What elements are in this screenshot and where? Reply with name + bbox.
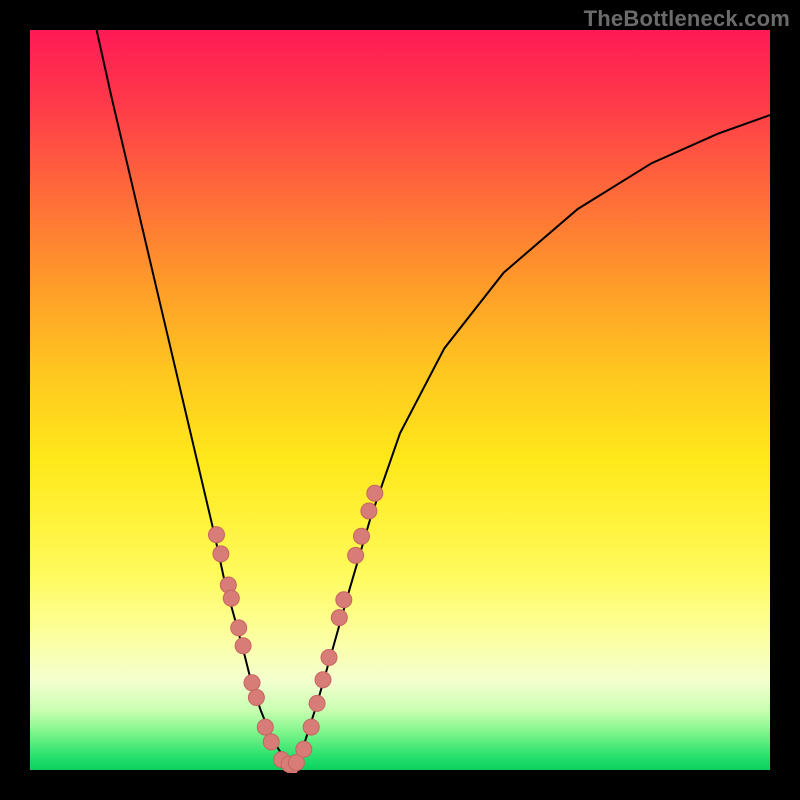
marker-dot xyxy=(315,672,331,688)
marker-dot xyxy=(257,719,273,735)
right-curve-path xyxy=(296,115,770,763)
marker-dot xyxy=(263,734,279,750)
marker-dot xyxy=(336,592,352,608)
marker-dot xyxy=(231,620,247,636)
marker-dot xyxy=(213,546,229,562)
marker-dot xyxy=(309,695,325,711)
chart-frame: TheBottleneck.com xyxy=(0,0,800,800)
marker-group xyxy=(209,485,383,772)
marker-dot xyxy=(223,590,239,606)
marker-dot xyxy=(244,675,260,691)
marker-dot xyxy=(296,741,312,757)
chart-svg xyxy=(30,30,770,770)
marker-dot xyxy=(348,547,364,563)
marker-dot xyxy=(361,503,377,519)
marker-dot xyxy=(209,527,225,543)
marker-dot xyxy=(321,650,337,666)
marker-dot xyxy=(303,719,319,735)
marker-dot xyxy=(331,610,347,626)
marker-dot xyxy=(235,638,251,654)
left-curve-path xyxy=(97,30,288,763)
marker-dot xyxy=(354,528,370,544)
marker-dot xyxy=(248,690,264,706)
marker-dot xyxy=(367,485,383,501)
watermark-text: TheBottleneck.com xyxy=(584,6,790,32)
